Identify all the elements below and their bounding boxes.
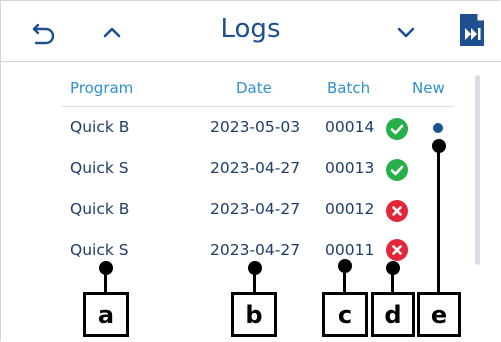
row-date: 2023-04-27 (210, 241, 301, 259)
row-program: Quick B (70, 200, 130, 218)
callout-label-d: d (371, 292, 415, 337)
callout-label-b: b (231, 292, 277, 337)
header-divider (62, 106, 454, 107)
row-batch: 00012 (325, 200, 375, 218)
callout-pointer-line (343, 268, 346, 294)
callout-pointer-line (391, 270, 394, 294)
row-batch: 00011 (325, 241, 375, 259)
callout-pointer-line (104, 270, 107, 294)
row-date: 2023-05-03 (210, 118, 301, 136)
callout-pointer-line (437, 148, 440, 294)
x-circle-icon (386, 200, 408, 222)
callout-label-a: a (83, 292, 129, 337)
row-batch: 00014 (325, 118, 375, 136)
row-program: Quick B (70, 118, 130, 136)
column-header-program[interactable]: Program (70, 79, 133, 97)
scrollbar[interactable] (475, 75, 480, 265)
callout-label-e: e (417, 292, 461, 337)
row-program: Quick S (70, 241, 129, 259)
check-circle-icon (386, 118, 408, 140)
row-batch: 00013 (325, 159, 375, 177)
row-date: 2023-04-27 (210, 200, 301, 218)
column-header-batch[interactable]: Batch (327, 79, 370, 97)
callout-pointer-line (253, 270, 256, 294)
export-icon[interactable] (456, 14, 488, 46)
new-dot-icon (433, 123, 443, 133)
x-circle-icon (386, 239, 408, 261)
callout-label-c: c (322, 292, 368, 337)
column-header-date[interactable]: Date (236, 79, 272, 97)
page-title: Logs (220, 14, 281, 44)
column-header-new[interactable]: New (412, 79, 445, 97)
header-bar: Logs (0, 0, 501, 62)
chevron-down-icon[interactable] (390, 16, 422, 48)
row-date: 2023-04-27 (210, 159, 301, 177)
row-program: Quick S (70, 159, 129, 177)
check-circle-icon (386, 159, 408, 181)
